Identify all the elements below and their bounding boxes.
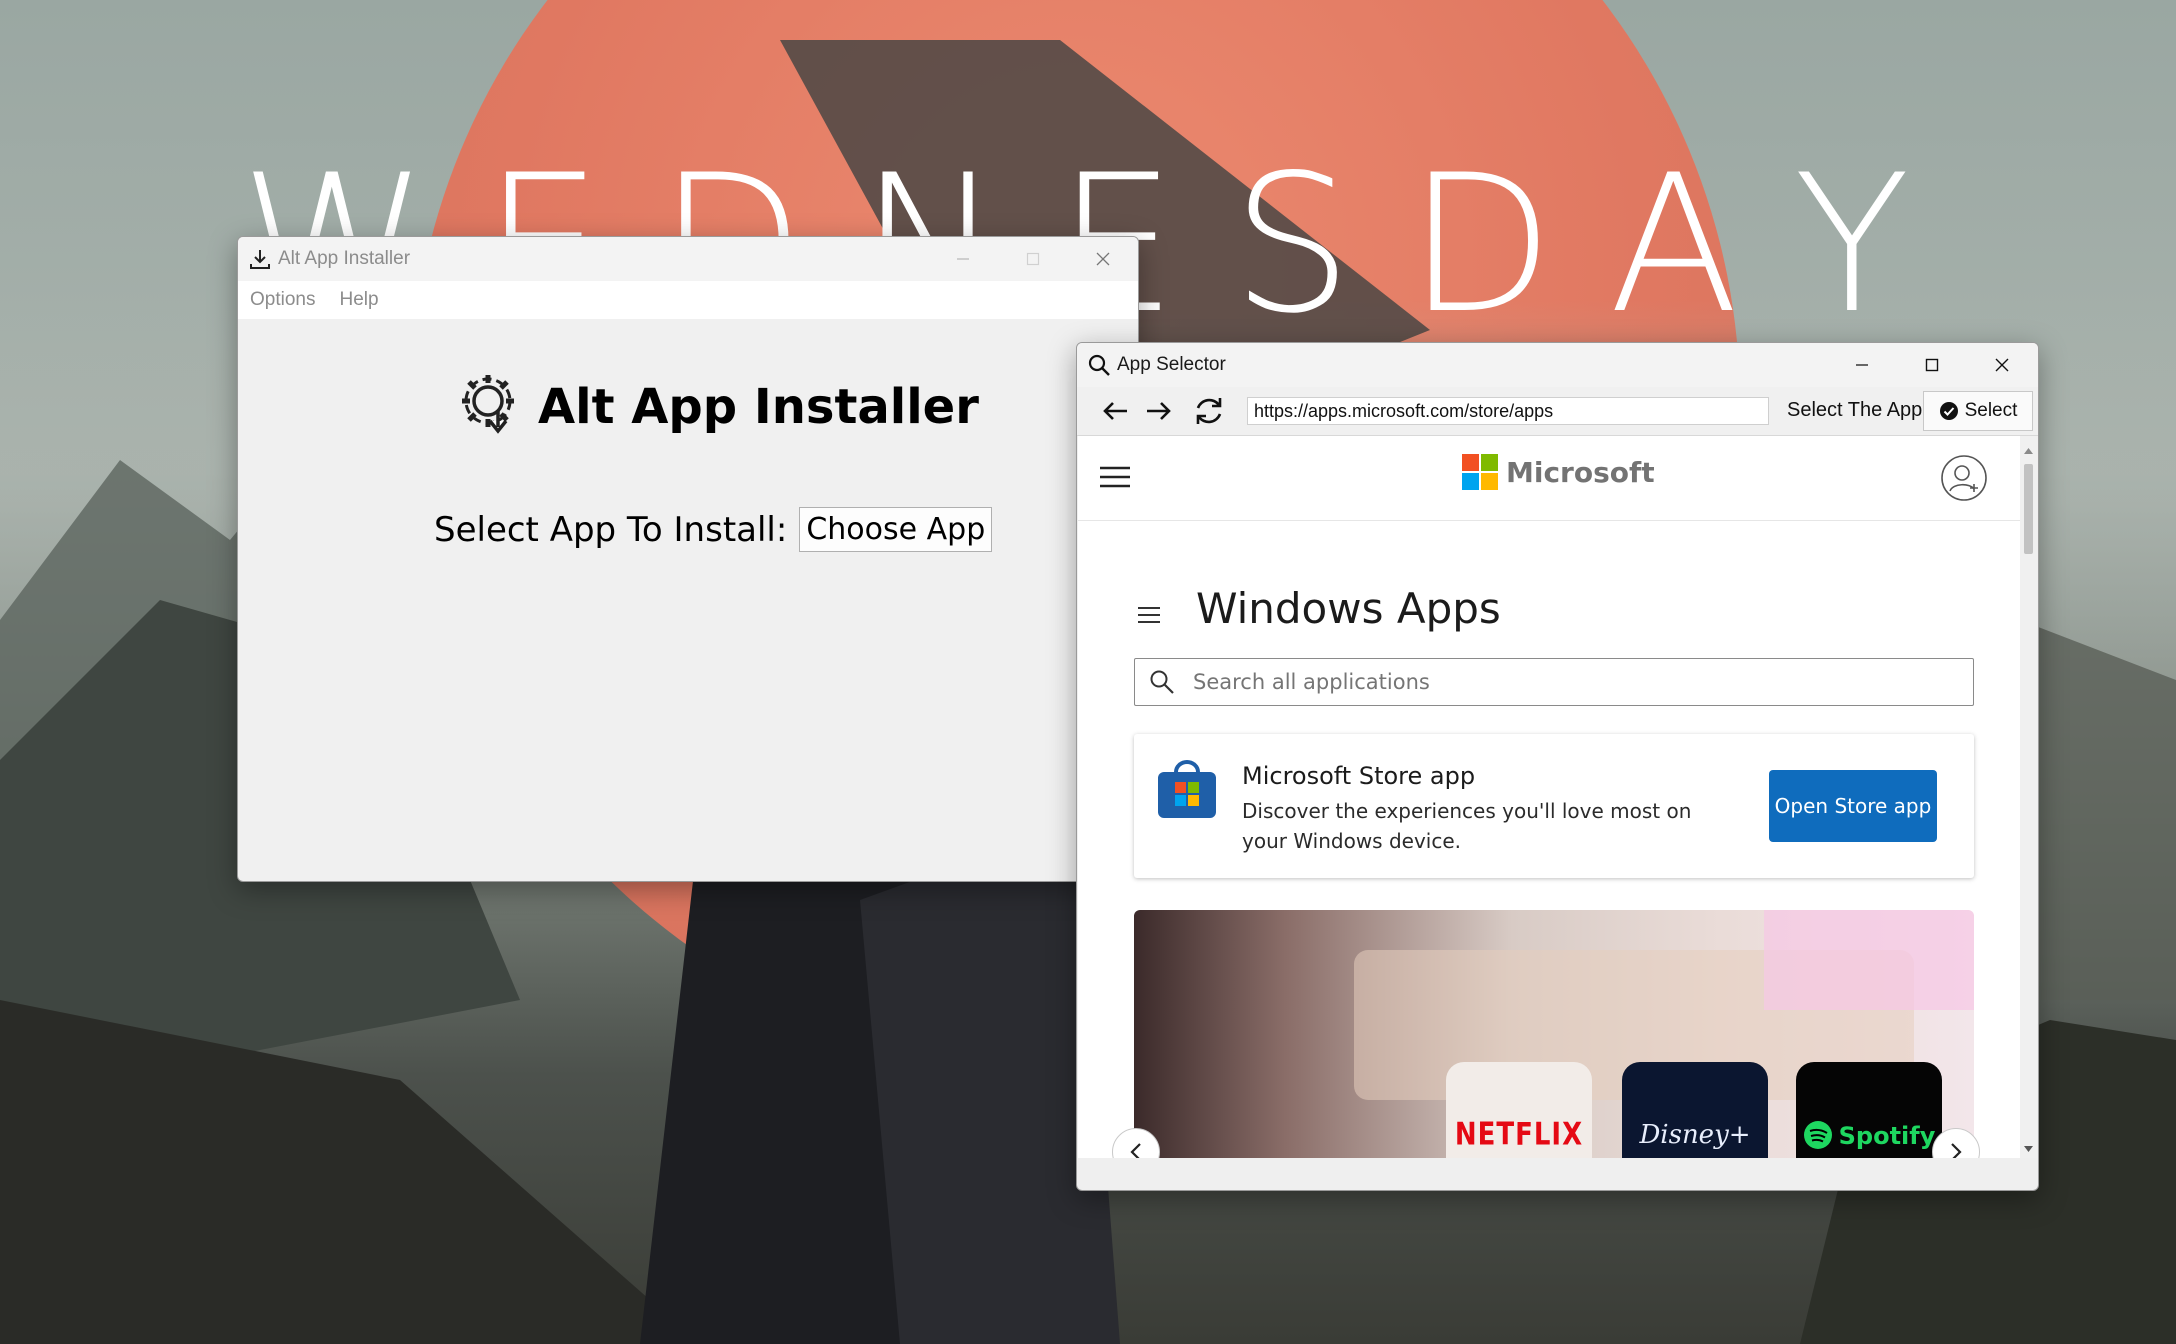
- back-button[interactable]: [1093, 389, 1137, 433]
- hamburger-menu-icon[interactable]: [1098, 462, 1132, 497]
- ms-header: Microsoft: [1078, 436, 2020, 521]
- alt-app-installer-window: Alt App Installer Options Help Alt App I…: [237, 236, 1139, 882]
- carousel-accent-block: [1764, 910, 1974, 1010]
- spotify-tile[interactable]: Spotify: [1796, 1062, 1942, 1158]
- menu-options[interactable]: Options: [250, 289, 315, 311]
- chevron-left-icon: [1128, 1142, 1144, 1158]
- spotify-label: Spotify: [1838, 1122, 1936, 1150]
- search-icon: [1149, 669, 1175, 700]
- url-input[interactable]: [1247, 397, 1769, 425]
- installer-menubar: Options Help: [238, 281, 1138, 319]
- store-app-card: Microsoft Store app Discover the experie…: [1134, 734, 1974, 878]
- scrollbar-thumb[interactable]: [2024, 464, 2033, 554]
- close-button[interactable]: [1967, 343, 2037, 387]
- microsoft-store-icon: [1156, 760, 1218, 825]
- featured-carousel: NETFLIX Disney+ Spotify: [1134, 910, 1974, 1158]
- microsoft-logo[interactable]: Microsoft: [1462, 454, 1655, 490]
- installer-titlebar[interactable]: Alt App Installer: [238, 237, 1138, 281]
- open-store-app-button[interactable]: Open Store app: [1769, 770, 1937, 842]
- apps-search-box[interactable]: [1134, 658, 1974, 706]
- minimize-button[interactable]: [1827, 343, 1897, 387]
- forward-button[interactable]: [1137, 389, 1181, 433]
- account-icon[interactable]: [1940, 454, 1988, 507]
- disney-plus-tile[interactable]: Disney+: [1622, 1062, 1768, 1158]
- select-app-label: Select App To Install:: [434, 509, 788, 550]
- spotify-icon: [1803, 1120, 1833, 1150]
- store-webview: Microsoft Windows Apps Search all applic…: [1078, 436, 2020, 1158]
- chevron-right-icon: [1948, 1142, 1964, 1158]
- scroll-up-arrow-icon[interactable]: [2023, 442, 2034, 460]
- checkmark-icon: [1939, 401, 1959, 421]
- menu-help[interactable]: Help: [339, 289, 378, 311]
- selector-title: App Selector: [1117, 354, 1226, 375]
- maximize-button[interactable]: [998, 237, 1068, 281]
- scroll-down-arrow-icon[interactable]: [2023, 1140, 2034, 1158]
- selector-navbar: Select The App Select: [1077, 387, 2038, 436]
- installer-title: Alt App Installer: [278, 248, 411, 269]
- microsoft-brand-text: Microsoft: [1506, 455, 1655, 489]
- close-button[interactable]: [1068, 237, 1138, 281]
- netflix-tile[interactable]: NETFLIX: [1446, 1062, 1592, 1158]
- select-app-row: Select App To Install: Choose App: [434, 507, 993, 552]
- download-icon: [248, 247, 272, 271]
- app-selector-window: App Selector Select The App Select: [1076, 342, 2039, 1191]
- app-title: Alt App Installer: [538, 379, 979, 435]
- disney-plus-label: Disney+: [1639, 1120, 1751, 1150]
- card-description: Discover the experiences you'll love mos…: [1242, 799, 1692, 853]
- gear-download-icon: [452, 367, 532, 447]
- app-header: Alt App Installer: [452, 367, 979, 447]
- select-button[interactable]: Select: [1923, 391, 2033, 431]
- search-icon: [1087, 353, 1111, 377]
- refresh-button[interactable]: [1187, 389, 1231, 433]
- page-heading: Windows Apps: [1196, 584, 1501, 633]
- card-title: Microsoft Store app: [1242, 762, 1476, 790]
- vertical-scrollbar[interactable]: [2020, 436, 2037, 1158]
- netflix-label: NETFLIX: [1454, 1117, 1584, 1153]
- select-the-app-label: Select The App: [1787, 399, 1923, 421]
- category-menu-icon[interactable]: [1136, 604, 1162, 631]
- select-button-label: Select: [1964, 400, 2018, 421]
- apps-search-input[interactable]: [1191, 669, 1955, 695]
- minimize-button[interactable]: [928, 237, 998, 281]
- maximize-button[interactable]: [1897, 343, 1967, 387]
- microsoft-windows-icon: [1462, 454, 1498, 490]
- choose-app-button[interactable]: Choose App: [799, 507, 993, 552]
- selector-titlebar[interactable]: App Selector: [1077, 343, 2038, 387]
